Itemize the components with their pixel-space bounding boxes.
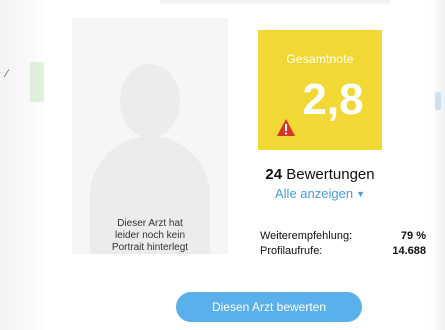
right-page-edge [431,0,445,330]
rate-doctor-button[interactable]: Diesen Arzt bewerten [176,292,362,322]
no-portrait-note: Dieser Arzt hat leider noch kein Portrai… [72,218,228,254]
show-all-reviews-link[interactable]: Alle anzeigen ▼ [248,186,392,201]
overall-rating-value: 2,8 [302,75,364,124]
right-edge-highlight [435,92,441,110]
profile-stats: Weiterempfehlung: 79 % Profilaufrufe: 14… [260,230,426,260]
recommendation-label: Weiterempfehlung: [260,230,353,242]
no-portrait-note-line: Dieser Arzt hat [117,218,183,229]
edge-mark: ⁄ [6,68,8,80]
left-page-edge [0,0,46,330]
profile-views-value: 14.688 [392,245,426,257]
left-edge-highlight [30,62,44,102]
overall-rating-label: Gesamtnote [286,52,354,66]
no-portrait-note-line: leider noch kein [114,230,186,241]
show-all-reviews-label: Alle anzeigen [275,186,354,201]
profile-views-row: Profilaufrufe: 14.688 [260,245,426,260]
review-count-number: 24 [265,166,283,183]
user-silhouette-icon [120,64,180,138]
overall-rating-box: Gesamtnote 2,8 [258,30,382,150]
warning-triangle-icon [277,119,295,136]
doctor-portrait-placeholder: Dieser Arzt hat leider noch kein Portrai… [72,18,228,254]
review-count-label: Bewertungen [286,166,375,183]
review-count: 24 Bewertungen [248,166,392,183]
chevron-down-icon: ▼ [356,189,365,199]
recommendation-row: Weiterempfehlung: 79 % [260,230,426,245]
profile-views-label: Profilaufrufe: [260,245,323,257]
doctor-profile-card: Dieser Arzt hat leider noch kein Portrai… [48,6,426,324]
recommendation-value: 79 % [400,230,426,242]
no-portrait-note-line: Portrait hinterlegt [111,242,189,253]
